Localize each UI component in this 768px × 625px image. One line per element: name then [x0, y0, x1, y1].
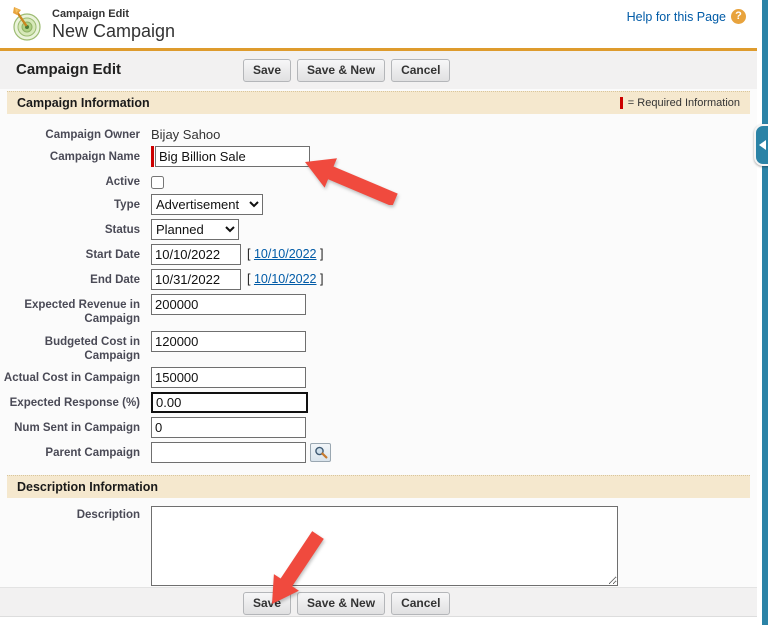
campaign-owner-value: Bijay Sahoo	[151, 127, 221, 142]
start-date-row: Start Date [ 10/10/2022 ]	[0, 243, 757, 265]
description-information-title: Description Information	[17, 480, 158, 495]
page-header: Campaign Edit New Campaign Help for this…	[0, 0, 756, 48]
parent-campaign-label: Parent Campaign	[45, 447, 140, 460]
parent-campaign-lookup-button[interactable]	[310, 443, 331, 463]
parent-campaign-input[interactable]	[151, 442, 306, 464]
expected-revenue-row: Expected Revenue in Campaign	[0, 293, 757, 327]
campaign-name-input[interactable]	[155, 146, 310, 168]
new-campaign-page: Campaign Edit New Campaign Help for this…	[0, 0, 768, 625]
right-sidebar-rail	[762, 0, 768, 625]
start-date-today: [ 10/10/2022 ]	[247, 247, 324, 262]
budgeted-cost-row: Budgeted Cost in Campaign	[0, 330, 757, 364]
edit-header-title: Campaign Edit	[16, 61, 122, 78]
num-sent-input[interactable]	[151, 417, 306, 439]
campaign-name-row: Campaign Name	[0, 146, 757, 168]
actual-cost-label: Actual Cost in Campaign	[3, 372, 140, 385]
budgeted-cost-input[interactable]	[151, 330, 306, 352]
type-row: Type Advertisement	[0, 193, 757, 215]
magnifier-lookup-icon	[314, 446, 327, 459]
type-select[interactable]: Advertisement	[151, 193, 263, 215]
bottom-button-row: Save Save & New Cancel	[243, 592, 451, 615]
campaign-edit-panel: Campaign Edit Save Save & New Cancel Cam…	[0, 48, 757, 617]
num-sent-row: Num Sent in Campaign	[0, 417, 757, 439]
end-date-input[interactable]	[151, 268, 241, 290]
expected-response-row: Expected Response (%)	[0, 392, 757, 414]
expected-revenue-label: Expected Revenue in Campaign	[24, 298, 140, 326]
description-label: Description	[76, 509, 140, 522]
description-textarea[interactable]	[151, 506, 618, 587]
parent-campaign-row: Parent Campaign	[0, 442, 757, 464]
edit-header: Campaign Edit Save Save & New Cancel	[0, 51, 757, 89]
start-date-today-link[interactable]: 10/10/2022	[254, 247, 317, 261]
campaign-owner-row: Campaign Owner Bijay Sahoo	[0, 124, 757, 142]
active-label: Active	[105, 176, 140, 189]
status-row: Status Planned	[0, 218, 757, 240]
start-date-label: Start Date	[85, 248, 140, 261]
campaign-information-section-header: Campaign Information = Required Informat…	[7, 91, 750, 114]
start-date-input[interactable]	[151, 243, 241, 265]
save-and-new-button[interactable]: Save & New	[297, 59, 386, 82]
page-title: New Campaign	[52, 21, 176, 41]
expected-response-input[interactable]	[151, 392, 308, 414]
cancel-button[interactable]: Cancel	[391, 59, 451, 82]
end-date-today-link[interactable]: 10/10/2022	[254, 272, 317, 286]
active-checkbox[interactable]	[151, 176, 164, 190]
help-link[interactable]: Help for this Page	[627, 10, 726, 24]
top-button-row: Save Save & New Cancel	[243, 59, 451, 82]
save-button[interactable]: Save	[243, 59, 292, 82]
end-date-label: End Date	[90, 273, 140, 286]
actual-cost-input[interactable]	[151, 367, 306, 389]
bottom-button-strip: Save Save & New Cancel	[0, 587, 757, 616]
breadcrumb: Campaign Edit	[52, 8, 130, 20]
active-row: Active	[0, 171, 757, 190]
required-information-note: = Required Information	[619, 97, 740, 109]
bottom-save-button[interactable]: Save	[243, 592, 292, 615]
status-label: Status	[104, 223, 140, 236]
campaign-information-title: Campaign Information	[17, 96, 150, 110]
budgeted-cost-label: Budgeted Cost in Campaign	[44, 335, 140, 362]
num-sent-label: Num Sent in Campaign	[14, 422, 140, 435]
type-label: Type	[114, 198, 140, 211]
campaign-name-label: Campaign Name	[49, 151, 140, 164]
campaign-target-icon	[10, 6, 44, 47]
bottom-save-and-new-button[interactable]: Save & New	[297, 592, 386, 615]
required-red-bar-icon	[619, 97, 623, 109]
campaign-owner-label: Campaign Owner	[45, 129, 140, 141]
bottom-cancel-button[interactable]: Cancel	[391, 592, 451, 615]
expected-revenue-input[interactable]	[151, 293, 306, 315]
status-select[interactable]: Planned	[151, 218, 239, 240]
required-field-bar	[151, 146, 154, 168]
end-date-row: End Date [ 10/10/2022 ]	[0, 268, 757, 290]
end-date-today: [ 10/10/2022 ]	[247, 272, 324, 287]
sidebar-collapse-tab[interactable]	[754, 124, 768, 166]
help-question-icon[interactable]: ?	[731, 9, 746, 24]
chevron-left-icon	[759, 140, 766, 150]
description-information-section-header: Description Information	[7, 475, 750, 499]
expected-response-label: Expected Response (%)	[9, 397, 140, 410]
campaign-form: Campaign Owner Bijay Sahoo Campaign Name…	[0, 114, 757, 464]
actual-cost-row: Actual Cost in Campaign	[0, 367, 757, 389]
description-row: Description	[0, 506, 757, 587]
